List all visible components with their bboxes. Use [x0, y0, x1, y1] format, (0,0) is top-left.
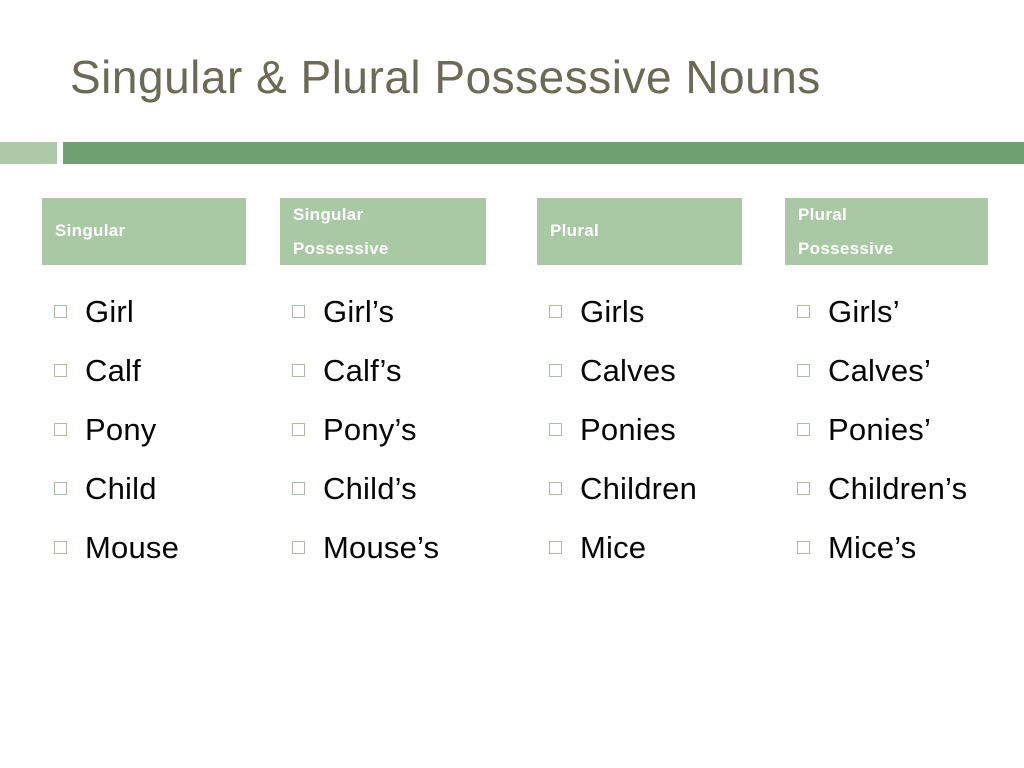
square-bullet-icon [549, 482, 562, 495]
list-item[interactable]: Calf’s [280, 341, 486, 400]
column-singular: Singular Girl Calf Pony Child Mouse [42, 198, 246, 577]
square-bullet-icon [797, 482, 810, 495]
column-header-line: Singular [55, 221, 126, 241]
list-item-label: Ponies’ [828, 412, 932, 447]
item-list-plural-possessive: Girls’ Calves’ Ponies’ Children’s Mice’s [785, 282, 988, 577]
square-bullet-icon [54, 305, 67, 318]
list-item-label: Child [85, 471, 157, 506]
square-bullet-icon [54, 541, 67, 554]
column-plural: Plural Girls Calves Ponies Children Mice [537, 198, 742, 577]
list-item-label: Child’s [323, 471, 417, 506]
list-item-label: Mice [580, 530, 647, 565]
list-item[interactable]: Girl’s [280, 282, 486, 341]
square-bullet-icon [54, 482, 67, 495]
square-bullet-icon [292, 423, 305, 436]
list-item[interactable]: Girls’ [785, 282, 988, 341]
list-item[interactable]: Mice’s [785, 518, 988, 577]
divider-accent-block [0, 142, 57, 164]
square-bullet-icon [549, 423, 562, 436]
column-header-line: Possessive [293, 239, 389, 259]
square-bullet-icon [292, 305, 305, 318]
column-header-line: Possessive [798, 239, 894, 259]
square-bullet-icon [292, 482, 305, 495]
list-item-label: Mouse [85, 530, 180, 565]
list-item[interactable]: Mouse’s [280, 518, 486, 577]
list-item-label: Calf [85, 353, 141, 388]
item-list-singular-possessive: Girl’s Calf’s Pony’s Child’s Mouse’s [280, 282, 486, 577]
divider-main-bar [63, 142, 1024, 164]
square-bullet-icon [797, 423, 810, 436]
list-item[interactable]: Mouse [42, 518, 246, 577]
column-header-line: Plural [798, 205, 848, 224]
list-item-label: Pony [85, 412, 157, 447]
list-item[interactable]: Girls [537, 282, 742, 341]
list-item-label: Girls’ [828, 294, 900, 329]
square-bullet-icon [797, 305, 810, 318]
list-item[interactable]: Calves’ [785, 341, 988, 400]
list-item-label: Children’s [828, 471, 968, 506]
list-item-label: Calves’ [828, 353, 932, 388]
column-header-singular: Singular [42, 198, 246, 265]
item-list-plural: Girls Calves Ponies Children Mice [537, 282, 742, 577]
list-item[interactable]: Ponies’ [785, 400, 988, 459]
list-item-label: Ponies [580, 412, 676, 447]
square-bullet-icon [549, 305, 562, 318]
list-item-label: Girl’s [323, 294, 395, 329]
square-bullet-icon [292, 541, 305, 554]
column-header-line: Plural [550, 221, 600, 241]
list-item-label: Pony’s [323, 412, 417, 447]
item-list-singular: Girl Calf Pony Child Mouse [42, 282, 246, 577]
list-item[interactable]: Child [42, 459, 246, 518]
column-header-line: Singular [293, 205, 364, 224]
list-item[interactable]: Mice [537, 518, 742, 577]
square-bullet-icon [549, 541, 562, 554]
list-item-label: Children [580, 471, 698, 506]
list-item-label: Mouse’s [323, 530, 440, 565]
list-item[interactable]: Girl [42, 282, 246, 341]
square-bullet-icon [797, 541, 810, 554]
list-item-label: Girls [580, 294, 645, 329]
square-bullet-icon [54, 423, 67, 436]
square-bullet-icon [549, 364, 562, 377]
page-title: Singular & Plural Possessive Nouns [70, 51, 821, 103]
list-item[interactable]: Calves [537, 341, 742, 400]
list-item-label: Calves [580, 353, 676, 388]
column-header-plural-possessive: Plural Possessive [785, 198, 988, 265]
list-item[interactable]: Pony’s [280, 400, 486, 459]
square-bullet-icon [54, 364, 67, 377]
noun-table: Singular Girl Calf Pony Child Mouse Sing… [0, 198, 1024, 578]
list-item[interactable]: Children [537, 459, 742, 518]
column-singular-possessive: Singular Possessive Girl’s Calf’s Pony’s… [280, 198, 486, 577]
list-item[interactable]: Child’s [280, 459, 486, 518]
column-header-singular-possessive: Singular Possessive [280, 198, 486, 265]
column-plural-possessive: Plural Possessive Girls’ Calves’ Ponies’… [785, 198, 988, 577]
title-divider [0, 142, 1024, 164]
list-item-label: Calf’s [323, 353, 402, 388]
square-bullet-icon [797, 364, 810, 377]
list-item[interactable]: Pony [42, 400, 246, 459]
list-item[interactable]: Calf [42, 341, 246, 400]
list-item[interactable]: Ponies [537, 400, 742, 459]
square-bullet-icon [292, 364, 305, 377]
list-item-label: Girl [85, 294, 135, 329]
list-item[interactable]: Children’s [785, 459, 988, 518]
list-item-label: Mice’s [828, 530, 917, 565]
column-header-plural: Plural [537, 198, 742, 265]
